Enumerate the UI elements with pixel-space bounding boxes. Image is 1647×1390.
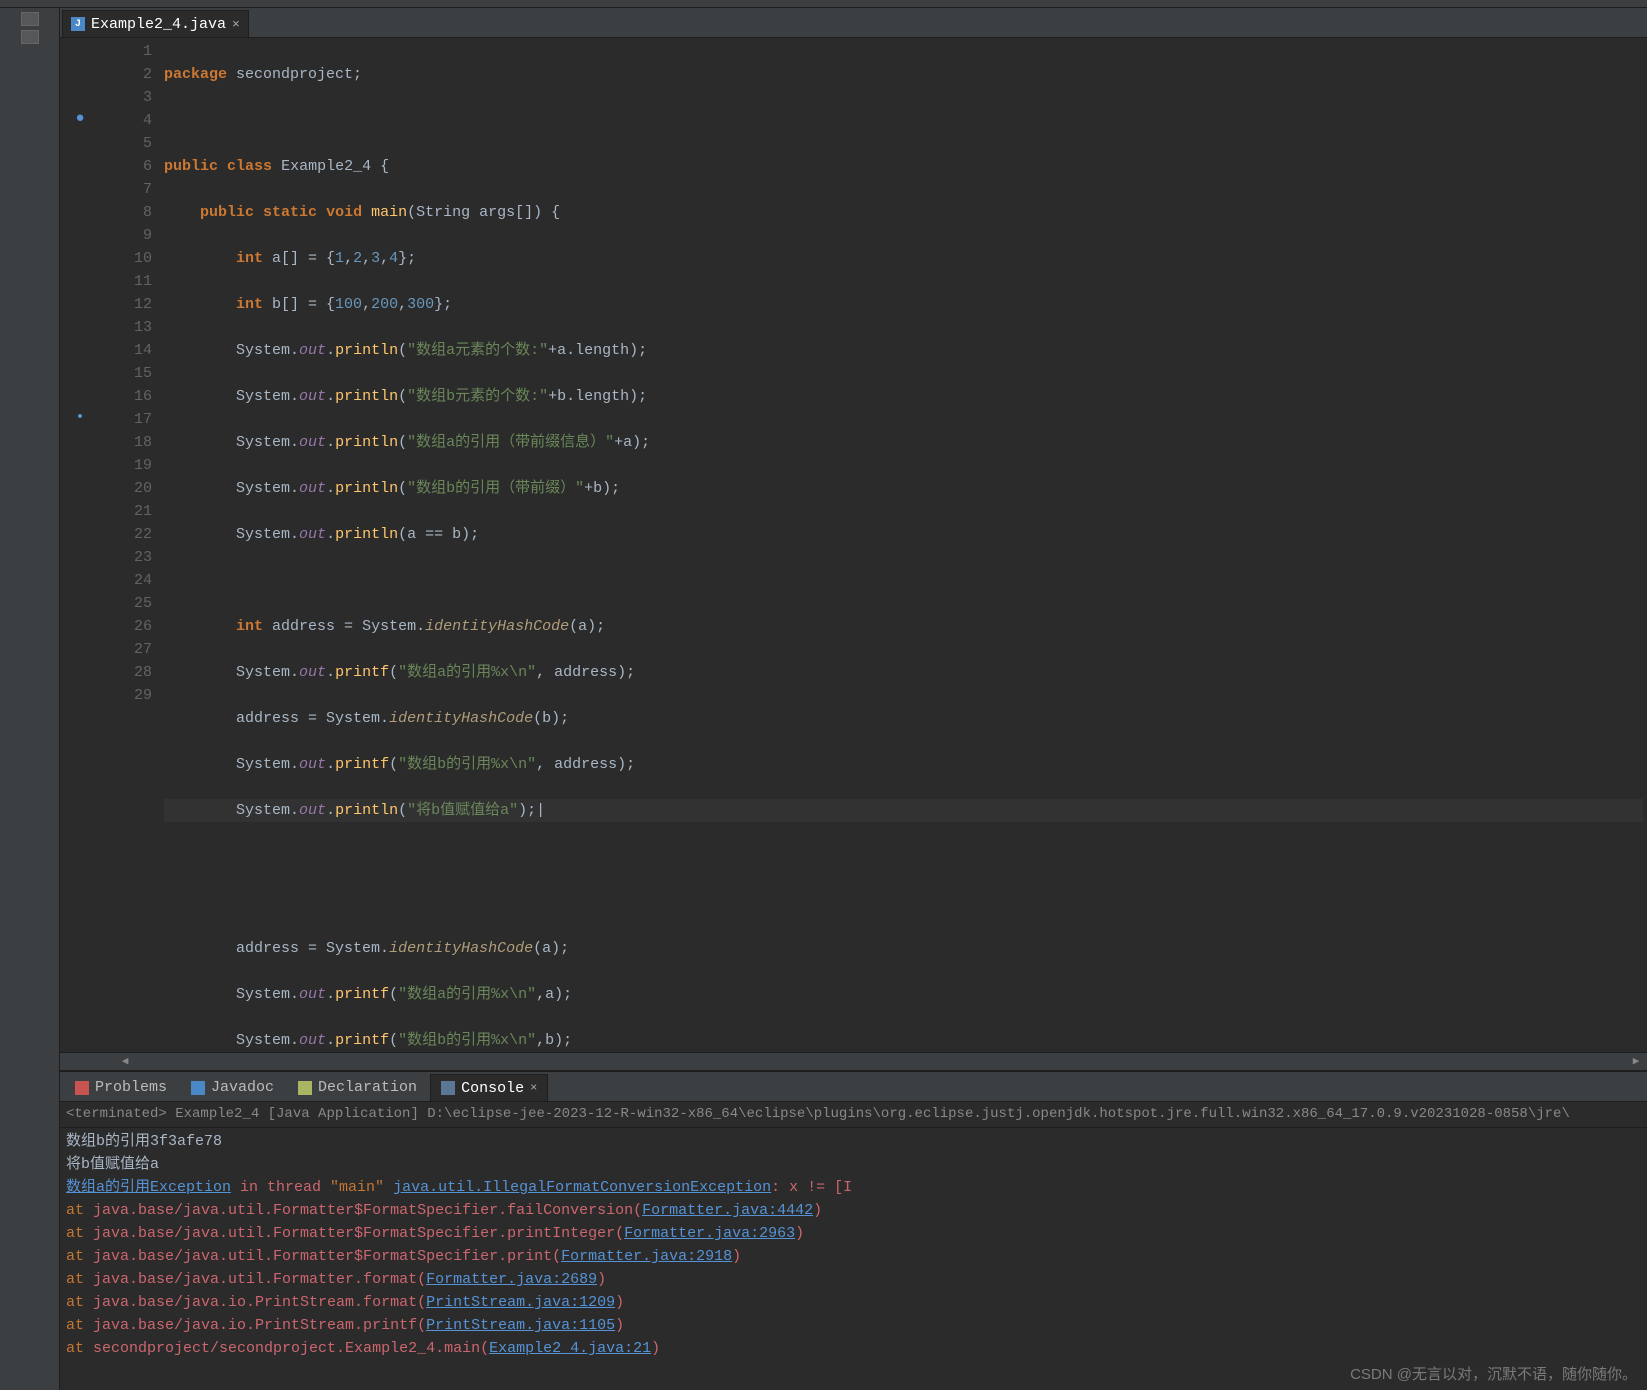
tab-problems[interactable]: Problems	[64, 1074, 178, 1101]
console-line: at java.base/java.util.Formatter$FormatS…	[66, 1222, 1641, 1245]
declaration-icon	[298, 1081, 312, 1095]
console-line: at java.base/java.util.Formatter.format(…	[66, 1268, 1641, 1291]
console-line: at java.base/java.util.Formatter$FormatS…	[66, 1245, 1641, 1268]
bottom-tab-bar: Problems Javadoc Declaration Console ×	[60, 1072, 1647, 1102]
tab-declaration[interactable]: Declaration	[287, 1074, 428, 1101]
stack-link[interactable]: Formatter.java:2918	[561, 1248, 732, 1265]
bottom-panel: Problems Javadoc Declaration Console × <…	[60, 1070, 1647, 1390]
console-header: <terminated> Example2_4 [Java Applicatio…	[60, 1102, 1647, 1128]
stack-link[interactable]: Example2_4.java:21	[489, 1340, 651, 1357]
code-editor[interactable]: ● • 123456789101112131415161718192021222…	[60, 38, 1647, 1052]
console-line: at java.base/java.util.Formatter$FormatS…	[66, 1199, 1641, 1222]
problems-icon	[75, 1081, 89, 1095]
console-line: 数组a的引用Exception in thread "main" java.ut…	[66, 1176, 1641, 1199]
console-line: 将b值赋值给a	[66, 1153, 1641, 1176]
editor-tab-bar: J Example2_4.java ×	[60, 8, 1647, 38]
side-toolbar	[0, 8, 60, 1390]
scroll-right-icon[interactable]: ▶	[1629, 1055, 1643, 1069]
console-output[interactable]: 数组b的引用3f3afe78 将b值赋值给a 数组a的引用Exception i…	[60, 1128, 1647, 1390]
scroll-left-icon[interactable]: ◀	[118, 1055, 132, 1069]
minimize-icon[interactable]	[21, 30, 39, 44]
top-toolbar	[0, 0, 1647, 8]
marker-column: ● •	[60, 38, 100, 1052]
main-area: J Example2_4.java × ● • 1234567891011121…	[0, 8, 1647, 1390]
stack-link[interactable]: PrintStream.java:1105	[426, 1317, 615, 1334]
editor-region: J Example2_4.java × ● • 1234567891011121…	[60, 8, 1647, 1390]
console-line: 数组b的引用3f3afe78	[66, 1130, 1641, 1153]
editor-tab[interactable]: J Example2_4.java ×	[62, 10, 249, 37]
text-cursor: |	[536, 802, 545, 819]
stack-link[interactable]: Formatter.java:4442	[642, 1202, 813, 1219]
tab-label: Example2_4.java	[91, 16, 226, 33]
watermark: CSDN @无言以对，沉默不语，随你随你。	[1350, 1363, 1637, 1384]
java-file-icon: J	[71, 17, 85, 31]
horizontal-scrollbar[interactable]: ◀ ▶	[60, 1052, 1647, 1070]
line-gutter: 1234567891011121314151617181920212223242…	[100, 38, 160, 1052]
close-icon[interactable]: ×	[232, 17, 240, 32]
tab-javadoc[interactable]: Javadoc	[180, 1074, 285, 1101]
tab-console[interactable]: Console ×	[430, 1074, 548, 1101]
stack-link[interactable]: PrintStream.java:1209	[426, 1294, 615, 1311]
code-area[interactable]: package secondproject; public class Exam…	[160, 38, 1647, 1052]
restore-icon[interactable]	[21, 12, 39, 26]
javadoc-icon	[191, 1081, 205, 1095]
stack-link[interactable]: Formatter.java:2963	[624, 1225, 795, 1242]
console-line: at secondproject/secondproject.Example2_…	[66, 1337, 1641, 1360]
console-icon	[441, 1081, 455, 1095]
console-line: at java.base/java.io.PrintStream.format(…	[66, 1291, 1641, 1314]
close-icon[interactable]: ×	[530, 1081, 537, 1095]
stack-link[interactable]: Formatter.java:2689	[426, 1271, 597, 1288]
console-line: at java.base/java.io.PrintStream.printf(…	[66, 1314, 1641, 1337]
